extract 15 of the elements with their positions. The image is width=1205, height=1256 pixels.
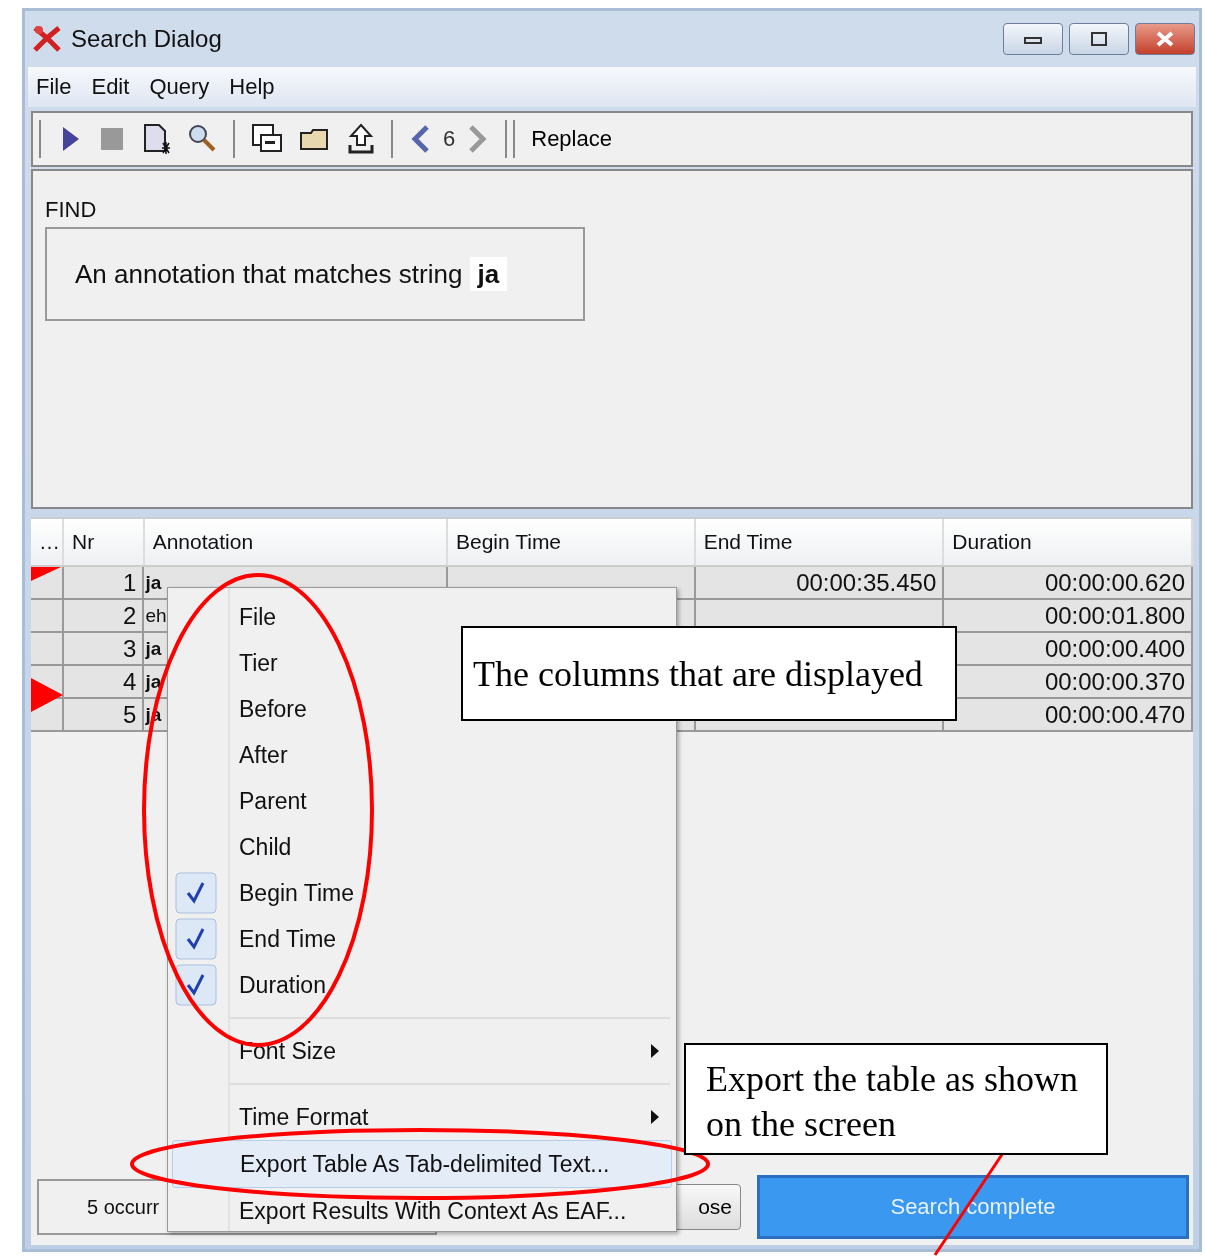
find-label: FIND xyxy=(45,197,98,223)
table-cell: 00:00:35.450 xyxy=(695,567,945,600)
table-cell: 4 xyxy=(63,666,145,699)
window-title: Search Dialog xyxy=(71,25,222,53)
table-cell: 00:00:00.470 xyxy=(944,699,1193,732)
query-text: An annotation that matches string ja xyxy=(75,258,508,290)
table-cell: 2 xyxy=(63,600,145,633)
table-cell: 00:00:01.800 xyxy=(944,600,1193,633)
history-count: 6 xyxy=(443,126,456,152)
table-cell: 3 xyxy=(63,633,145,666)
table-cell: 1 xyxy=(63,567,145,600)
callout-text: The columns that are displayed xyxy=(461,626,957,721)
callout-text: Export the table as shown on the screen xyxy=(684,1043,1108,1155)
table-cell: 5 xyxy=(63,699,145,732)
table-cell: 00:00:00.620 xyxy=(944,567,1193,600)
